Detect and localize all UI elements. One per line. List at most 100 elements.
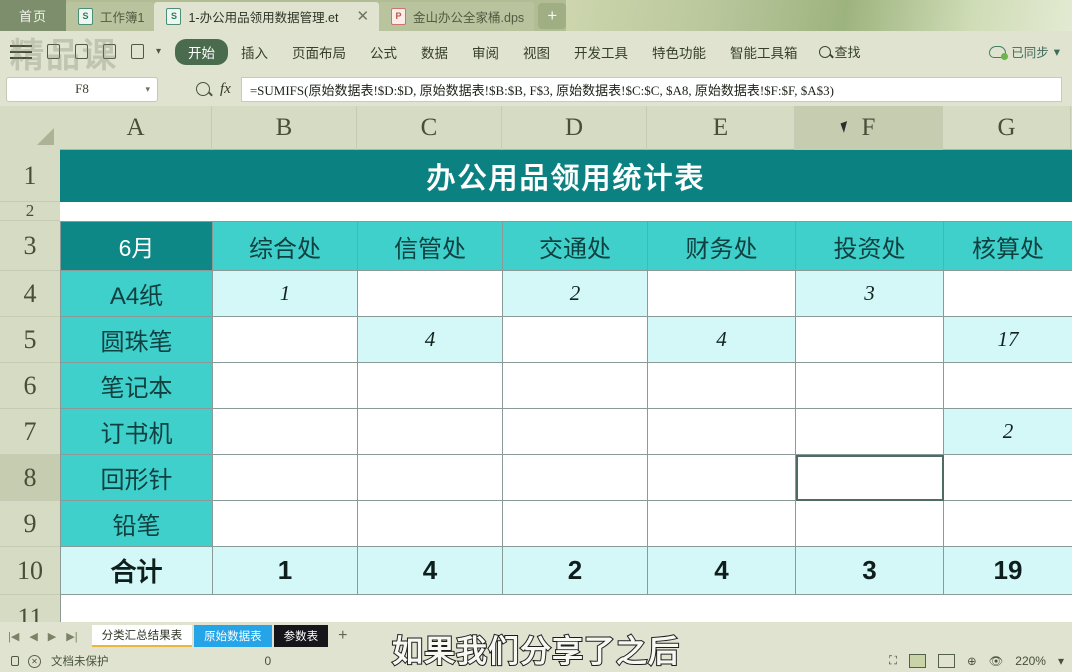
normal-view-icon[interactable] bbox=[909, 654, 927, 668]
data-cell[interactable] bbox=[647, 362, 796, 409]
ribbon-tab-data[interactable]: 数据 bbox=[410, 39, 459, 65]
redo-icon[interactable] bbox=[128, 42, 147, 61]
column-header-b[interactable]: B bbox=[212, 106, 357, 150]
row-header-11[interactable]: 11 bbox=[0, 595, 60, 622]
home-tab[interactable]: 首页 bbox=[0, 0, 66, 31]
header-cell-zonghechu[interactable]: 综合处 bbox=[212, 221, 358, 271]
row-header-10[interactable]: 10 bbox=[0, 547, 60, 595]
header-cell-month[interactable]: 6月 bbox=[60, 221, 213, 271]
page-layout-icon[interactable] bbox=[938, 654, 956, 668]
data-cell[interactable] bbox=[943, 500, 1072, 547]
data-cell[interactable] bbox=[943, 270, 1072, 317]
data-cell[interactable] bbox=[212, 408, 358, 455]
ribbon-tab-developer[interactable]: 开发工具 bbox=[563, 39, 639, 65]
data-cell[interactable] bbox=[647, 270, 796, 317]
data-cell[interactable] bbox=[502, 408, 648, 455]
data-cell[interactable] bbox=[357, 362, 503, 409]
total-cell[interactable]: 4 bbox=[357, 546, 503, 595]
header-cell-caiwuchu[interactable]: 财务处 bbox=[647, 221, 796, 271]
column-header-c[interactable]: C bbox=[357, 106, 502, 150]
data-cell[interactable] bbox=[795, 408, 944, 455]
undo-icon[interactable] bbox=[100, 42, 119, 61]
save-icon[interactable] bbox=[44, 42, 63, 61]
formula-input[interactable]: =SUMIFS(原始数据表!$D:$D, 原始数据表!$B:$B, F$3, 原… bbox=[240, 76, 1062, 102]
data-cell[interactable] bbox=[647, 454, 796, 501]
print-icon[interactable] bbox=[72, 42, 91, 61]
ribbon-tab-review[interactable]: 审阅 bbox=[461, 39, 510, 65]
last-sheet-icon[interactable]: ▶| bbox=[66, 630, 77, 643]
fx-icon[interactable]: fx bbox=[220, 81, 231, 98]
ribbon-tab-start[interactable]: 开始 bbox=[175, 38, 229, 65]
document-tab-active[interactable]: S 1-办公用品领用数据管理.et ✕ bbox=[154, 2, 380, 31]
row-label-cell[interactable]: 圆珠笔 bbox=[60, 316, 213, 363]
header-cell-touzichu[interactable]: 投资处 bbox=[795, 221, 944, 271]
data-cell[interactable] bbox=[357, 454, 503, 501]
data-cell[interactable] bbox=[212, 500, 358, 547]
data-cell[interactable] bbox=[647, 500, 796, 547]
data-cell[interactable] bbox=[212, 316, 358, 363]
total-cell[interactable]: 4 bbox=[647, 546, 796, 595]
column-header-e[interactable]: E bbox=[647, 106, 795, 150]
total-cell[interactable]: 1 bbox=[212, 546, 358, 595]
row-header-3[interactable]: 3 bbox=[0, 221, 60, 271]
empty-cell[interactable] bbox=[60, 594, 1072, 622]
data-cell[interactable] bbox=[502, 362, 648, 409]
select-all-corner[interactable] bbox=[0, 106, 60, 150]
total-cell[interactable]: 2 bbox=[502, 546, 648, 595]
data-cell[interactable] bbox=[212, 362, 358, 409]
data-cell[interactable] bbox=[212, 454, 358, 501]
chevron-down-icon[interactable]: ▾ bbox=[145, 84, 150, 95]
selected-cell-f8[interactable] bbox=[795, 454, 944, 501]
data-cell[interactable] bbox=[943, 362, 1072, 409]
row-header-7[interactable]: 7 bbox=[0, 409, 60, 455]
name-box[interactable]: F8 ▾ bbox=[6, 76, 158, 102]
add-sheet-button[interactable]: + bbox=[338, 627, 347, 645]
data-cell[interactable]: 3 bbox=[795, 270, 944, 317]
row-header-9[interactable]: 9 bbox=[0, 501, 60, 547]
row-header-1[interactable]: 1 bbox=[0, 150, 60, 202]
data-cell[interactable] bbox=[502, 316, 648, 363]
column-header-f[interactable]: F bbox=[795, 106, 943, 150]
data-cell[interactable]: 4 bbox=[357, 316, 503, 363]
data-cell[interactable] bbox=[357, 500, 503, 547]
next-sheet-icon[interactable]: ▶ bbox=[48, 630, 56, 643]
data-cell[interactable]: 1 bbox=[212, 270, 358, 317]
document-tab-dps[interactable]: P 金山办公全家桶.dps bbox=[379, 2, 535, 31]
first-sheet-icon[interactable]: |◀ bbox=[8, 630, 19, 643]
column-header-a[interactable]: A bbox=[60, 106, 212, 150]
ribbon-tab-toolbox[interactable]: 智能工具箱 bbox=[719, 39, 809, 65]
ribbon-tab-formula[interactable]: 公式 bbox=[359, 39, 408, 65]
data-cell[interactable] bbox=[795, 500, 944, 547]
header-cell-hesuanchu[interactable]: 核算处 bbox=[943, 221, 1072, 271]
row-label-cell[interactable]: 回形针 bbox=[60, 454, 213, 501]
header-cell-xinguanchu[interactable]: 信管处 bbox=[357, 221, 503, 271]
ribbon-tab-features[interactable]: 特色功能 bbox=[641, 39, 717, 65]
data-cell[interactable] bbox=[357, 408, 503, 455]
prev-sheet-icon[interactable]: ◀ bbox=[29, 630, 37, 643]
ribbon-tab-view[interactable]: 视图 bbox=[512, 39, 561, 65]
fullscreen-icon[interactable]: ⛶ bbox=[889, 655, 897, 668]
row-header-8[interactable]: 8 bbox=[0, 455, 60, 501]
document-tab-workbook1[interactable]: S 工作簿1 bbox=[66, 2, 155, 31]
data-cell[interactable]: 2 bbox=[502, 270, 648, 317]
sheet-tab-summary[interactable]: 分类汇总结果表 bbox=[91, 625, 193, 647]
row-label-cell[interactable]: 订书机 bbox=[60, 408, 213, 455]
chevron-down-icon[interactable]: ▾ bbox=[1054, 44, 1060, 59]
data-cell[interactable]: 2 bbox=[943, 408, 1072, 455]
row-header-4[interactable]: 4 bbox=[0, 271, 60, 317]
column-header-d[interactable]: D bbox=[502, 106, 647, 150]
row-label-cell[interactable]: 笔记本 bbox=[60, 362, 213, 409]
row-header-5[interactable]: 5 bbox=[0, 317, 60, 363]
data-cell[interactable]: 17 bbox=[943, 316, 1072, 363]
sheet-tab-parameters[interactable]: 参数表 bbox=[273, 625, 329, 647]
header-cell-jiaotongchu[interactable]: 交通处 bbox=[502, 221, 648, 271]
zoom-level[interactable]: 220% bbox=[1015, 654, 1046, 668]
ribbon-tab-page-layout[interactable]: 页面布局 bbox=[281, 39, 357, 65]
data-cell[interactable] bbox=[647, 408, 796, 455]
sync-status[interactable]: 已同步 ▾ bbox=[989, 42, 1060, 61]
total-cell[interactable]: 19 bbox=[943, 546, 1072, 595]
total-label-cell[interactable]: 合计 bbox=[60, 546, 213, 595]
row-header-2[interactable]: 2 bbox=[0, 201, 60, 221]
close-icon[interactable]: ✕ bbox=[356, 9, 369, 24]
sheet-tab-source-data[interactable]: 原始数据表 bbox=[194, 625, 272, 647]
